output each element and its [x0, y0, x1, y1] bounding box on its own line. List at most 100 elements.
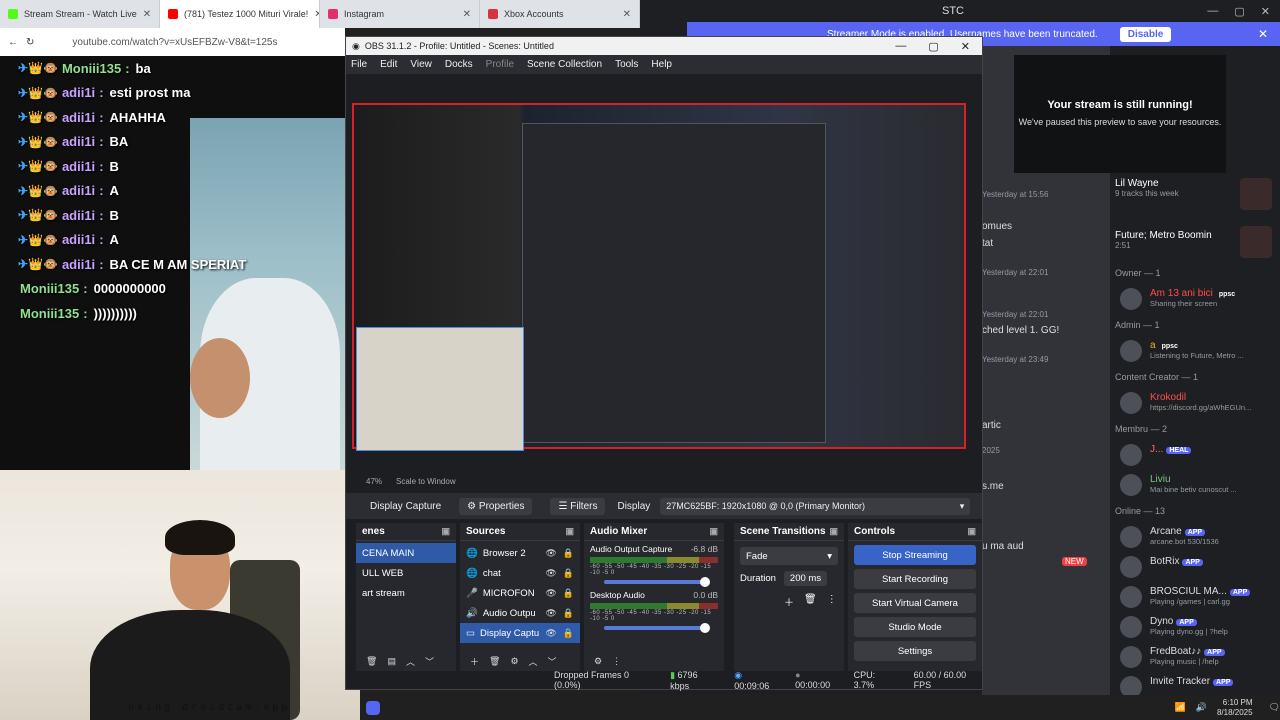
menu-item-view[interactable]: View: [410, 59, 432, 70]
eye-icon[interactable]: 👁: [545, 588, 556, 599]
remove-transition-icon[interactable]: 🗑: [804, 594, 817, 609]
browser-tab[interactable]: Instagram ✕: [320, 0, 480, 28]
source-item[interactable]: 🎤 MICROFON 👁 🔒: [460, 583, 580, 603]
start-recording-button[interactable]: Start Recording: [854, 569, 976, 589]
browser-tab[interactable]: Xbox Accounts ✕: [480, 0, 640, 28]
disable-streamer-button[interactable]: Disable: [1119, 26, 1172, 42]
tab-close-icon[interactable]: ✕: [623, 9, 631, 20]
properties-button[interactable]: ⚙ Properties: [459, 497, 533, 515]
obs-maximize-icon[interactable]: ▢: [928, 40, 938, 53]
move-up-icon[interactable]: ︿: [406, 655, 415, 668]
display-select[interactable]: 27MC625BF: 1920x1080 @ 0,0 (Primary Moni…: [660, 497, 971, 515]
slider-knob[interactable]: [700, 577, 711, 587]
tab-close-icon[interactable]: ✕: [463, 9, 471, 20]
eye-icon[interactable]: 👁: [545, 548, 556, 559]
start-virtual-camera-button[interactable]: Start Virtual Camera: [854, 593, 976, 613]
source-item[interactable]: ▭ Display Captu 👁 🔒: [460, 623, 580, 643]
maximize-icon[interactable]: ▢: [1234, 5, 1244, 18]
lock-icon[interactable]: 🔒: [563, 628, 574, 639]
taskbar-clock[interactable]: 6:10 PM 8/18/2025: [1217, 698, 1253, 718]
scene-item[interactable]: ULL WEB: [356, 563, 456, 583]
dock-options-icon[interactable]: ▣: [967, 526, 976, 537]
url-text[interactable]: youtube.com/watch?v=xUsEFBZw-V8&t=125s: [72, 37, 277, 48]
menu-item-profile[interactable]: Profile: [486, 59, 514, 70]
minimize-icon[interactable]: —: [1207, 5, 1218, 18]
eye-icon[interactable]: 👁: [545, 608, 556, 619]
slider-knob[interactable]: [700, 623, 711, 633]
dock-options-icon[interactable]: ▣: [565, 526, 574, 537]
member-item[interactable]: Am 13 ani bici ppsc Sharing their screen: [1110, 284, 1280, 314]
browser-tab[interactable]: Stream Stream - Watch Live ✕: [0, 0, 160, 28]
menu-item-docks[interactable]: Docks: [445, 59, 473, 70]
dock-options-icon[interactable]: ▣: [441, 526, 450, 537]
menu-item-tools[interactable]: Tools: [615, 59, 638, 70]
menu-item-edit[interactable]: Edit: [380, 59, 397, 70]
reload-icon[interactable]: ↻: [26, 37, 34, 48]
member-item[interactable]: Arcane APP arcane.bot 530/1536: [1110, 522, 1280, 552]
mixer-menu-icon[interactable]: ⋮: [612, 656, 621, 667]
volume-icon[interactable]: 🔊: [1196, 702, 1207, 713]
chat-message: ✈👑🐵 Moniii135: ba: [18, 56, 338, 81]
duration-input[interactable]: 200 ms: [783, 571, 828, 586]
mixer-settings-icon[interactable]: ⚙: [594, 656, 602, 667]
chat-overlay: ✈👑🐵 Moniii135: ba ✈👑🐵 adii1i: esti prost ma ✈👑…: [18, 56, 338, 326]
settings-button[interactable]: Settings: [854, 641, 976, 661]
member-item[interactable]: BROSCIUL MA... APP Playing /games | carl.g…: [1110, 582, 1280, 612]
obs-minimize-icon[interactable]: —: [895, 40, 906, 53]
scene-item[interactable]: art stream: [356, 583, 456, 603]
member-item[interactable]: J... HEAL: [1110, 440, 1280, 470]
stop-streaming-button[interactable]: Stop Streaming: [854, 545, 976, 565]
transition-type-select[interactable]: Fade ▾: [740, 547, 838, 565]
move-down-icon[interactable]: ﹀: [425, 655, 434, 668]
dock-options-icon[interactable]: ▣: [829, 526, 838, 537]
wifi-icon[interactable]: 📶: [1175, 702, 1186, 713]
member-item[interactable]: Liviu Mai bine betiv cunoscut ...: [1110, 470, 1280, 500]
transition-menu-icon[interactable]: ⋮: [827, 594, 837, 609]
lock-icon[interactable]: 🔒: [563, 568, 574, 579]
tab-close-icon[interactable]: ✕: [143, 9, 151, 20]
studio-mode-button[interactable]: Studio Mode: [854, 617, 976, 637]
menu-item-scene-collection[interactable]: Scene Collection: [527, 59, 602, 70]
member-item[interactable]: Krokodil https://discord.gg/aWhEGUn...: [1110, 388, 1280, 418]
lock-icon[interactable]: 🔒: [563, 588, 574, 599]
member-item[interactable]: FredBoat♪♪ APP Playing music | /help: [1110, 642, 1280, 672]
member-item[interactable]: Dyno APP Playing dyno.gg | ?help: [1110, 612, 1280, 642]
preview-webcam-source[interactable]: [356, 327, 524, 451]
source-item[interactable]: 🌐 chat 👁 🔒: [460, 563, 580, 583]
member-item[interactable]: a ppsc Listening to Future, Metro ...: [1110, 336, 1280, 366]
browser-address-bar[interactable]: ← ↻ youtube.com/watch?v=xUsEFBZw-V8&t=12…: [0, 28, 345, 56]
scene-filter-icon[interactable]: ▤: [387, 656, 396, 667]
move-up-icon[interactable]: ︿: [529, 655, 538, 668]
scene-item[interactable]: CENA MAIN: [356, 543, 456, 563]
lock-icon[interactable]: 🔒: [563, 608, 574, 619]
menu-item-help[interactable]: Help: [651, 59, 672, 70]
activity-item[interactable]: Lil Wayne 9 tracks this week: [1110, 176, 1280, 224]
member-group-header: Content Creator — 1: [1115, 372, 1199, 382]
remove-source-icon[interactable]: 🗑: [489, 656, 500, 667]
eye-icon[interactable]: 👁: [545, 628, 556, 639]
source-item[interactable]: 🌐 Browser 2 👁 🔒: [460, 543, 580, 563]
browser-tab[interactable]: (781) Testez 1000 Mituri Virale!✕: [160, 0, 320, 28]
lock-icon[interactable]: 🔒: [563, 548, 574, 559]
dock-options-icon[interactable]: ▣: [709, 526, 718, 537]
remove-scene-icon[interactable]: 🗑: [366, 656, 377, 667]
source-settings-icon[interactable]: ⚙: [510, 656, 518, 667]
filters-button[interactable]: ☰ Filters: [550, 497, 606, 515]
close-icon[interactable]: ✕: [1261, 5, 1270, 18]
source-item[interactable]: 🔊 Audio Outpu 👁 🔒: [460, 603, 580, 623]
banner-close-icon[interactable]: ✕: [1258, 27, 1268, 41]
menu-item-file[interactable]: File: [351, 59, 367, 70]
eye-icon[interactable]: 👁: [545, 568, 556, 579]
member-item[interactable]: BotRix APP: [1110, 552, 1280, 582]
move-down-icon[interactable]: ﹀: [548, 655, 557, 668]
volume-slider[interactable]: [604, 577, 711, 587]
back-icon[interactable]: ←: [8, 37, 18, 48]
notification-icon[interactable]: 🗨: [1269, 702, 1280, 713]
discord-taskbar-icon[interactable]: [366, 700, 380, 715]
volume-slider[interactable]: [604, 623, 711, 633]
obs-preview-canvas[interactable]: [352, 103, 966, 451]
add-source-icon[interactable]: ＋: [470, 655, 479, 668]
add-transition-icon[interactable]: ＋: [784, 594, 794, 609]
obs-close-icon[interactable]: ✕: [961, 40, 970, 53]
scale-mode-select[interactable]: Scale to Window: [396, 477, 456, 486]
